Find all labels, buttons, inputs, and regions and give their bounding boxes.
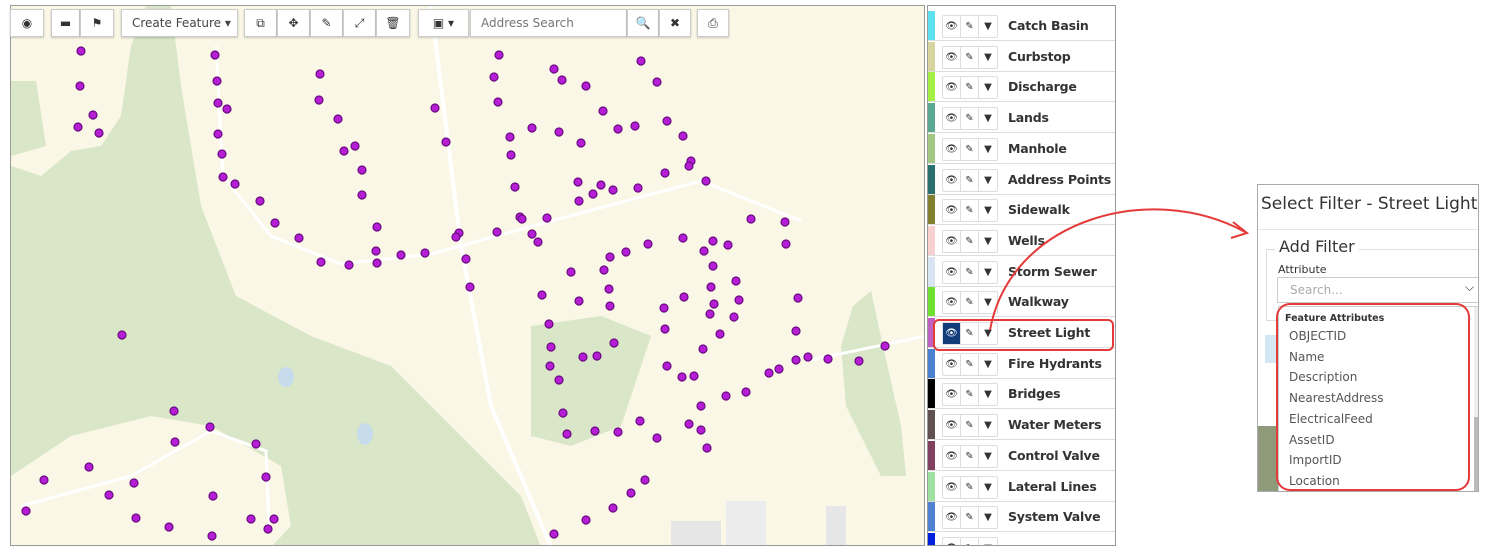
chevron-down-icon[interactable]: ⌵: [1465, 280, 1474, 295]
attribute-label: Attribute: [1278, 263, 1327, 276]
divider: [1258, 229, 1478, 230]
attribute-search-select[interactable]: Search...: [1277, 277, 1478, 303]
dialog-title: Select Filter - Street Light: [1261, 194, 1478, 214]
add-filter-heading: Add Filter: [1275, 237, 1359, 256]
scrollbar[interactable]: [1474, 307, 1478, 491]
options-highlight: [1276, 303, 1470, 491]
scrollbar-thumb[interactable]: [1474, 417, 1478, 491]
